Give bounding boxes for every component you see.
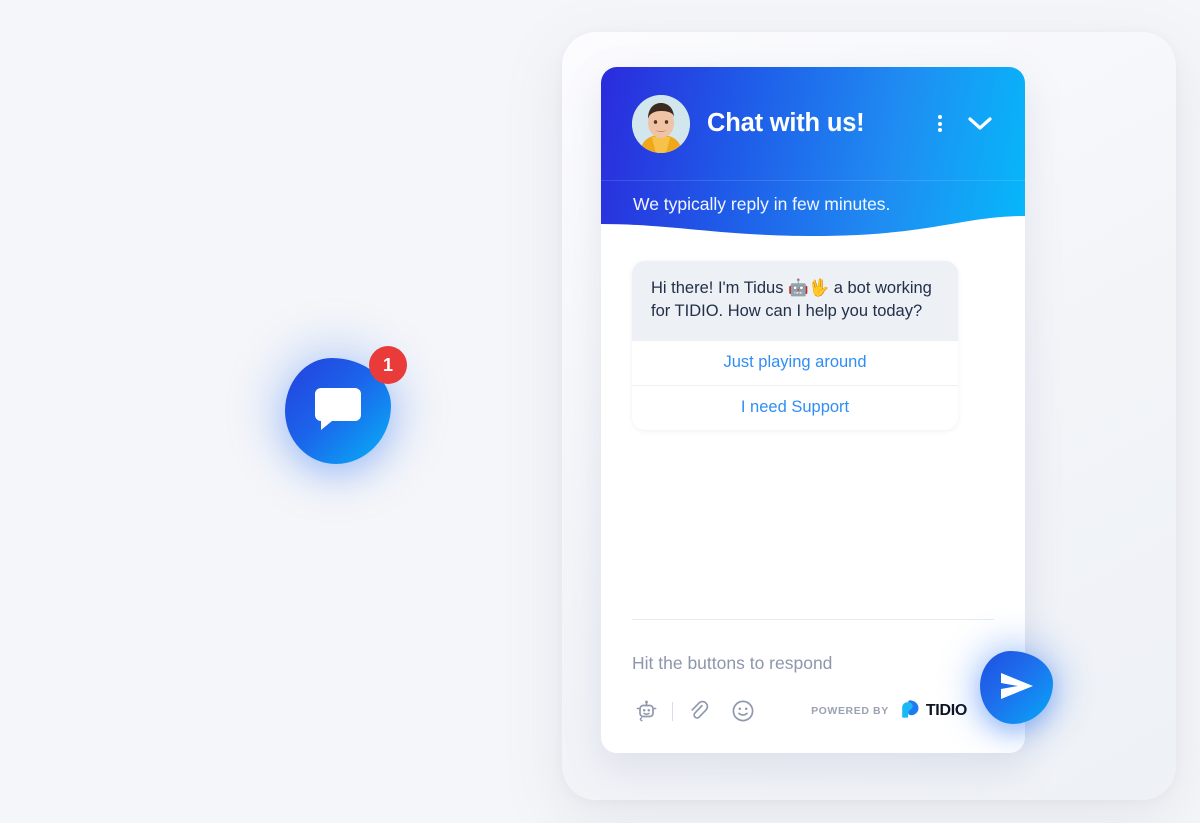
quick-reply-just-playing-around[interactable]: Just playing around: [632, 340, 958, 385]
chat-widget: Chat with us! We typically reply in few …: [601, 67, 1025, 753]
unread-count-badge: 1: [369, 346, 407, 384]
tidio-logo-icon: [898, 699, 920, 724]
page-title: Chat with us!: [707, 109, 865, 137]
header-wave-decoration: [601, 216, 1025, 240]
menu-dot: [938, 127, 942, 132]
chevron-down-icon[interactable]: [961, 107, 999, 141]
message-input[interactable]: [632, 653, 932, 674]
avatar: [632, 94, 690, 153]
tidio-wordmark: TIDIO: [925, 702, 967, 719]
bot-message-group: Hi there! I'm Tidus 🤖🖖 a bot working for…: [632, 261, 958, 430]
more-vertical-icon[interactable]: [927, 107, 953, 141]
conversation-body: Hi there! I'm Tidus 🤖🖖 a bot working for…: [601, 239, 1025, 753]
powered-by-branding: POWERED BY TIDIO: [811, 699, 967, 724]
quick-reply-i-need-support[interactable]: I need Support: [632, 385, 958, 430]
chatbot-icon[interactable]: [631, 696, 661, 726]
send-icon: [1000, 671, 1034, 704]
composer-toolbar: [631, 696, 758, 726]
chat-launcher-button[interactable]: 1: [285, 346, 407, 464]
chat-header-top-row: Chat with us!: [601, 67, 1025, 181]
chat-bubble-icon: [315, 387, 361, 435]
emoji-icon[interactable]: [728, 696, 758, 726]
menu-dot: [938, 115, 942, 120]
composer-divider: [632, 619, 994, 620]
menu-dot: [938, 121, 942, 126]
powered-by-label: POWERED BY: [811, 705, 889, 717]
paperclip-icon[interactable]: [684, 696, 714, 726]
toolbar-divider: [672, 701, 673, 721]
bot-message-text: Hi there! I'm Tidus 🤖🖖 a bot working for…: [632, 261, 958, 340]
chat-header: Chat with us! We typically reply in few …: [601, 67, 1025, 240]
unread-count-label: 1: [382, 354, 393, 375]
